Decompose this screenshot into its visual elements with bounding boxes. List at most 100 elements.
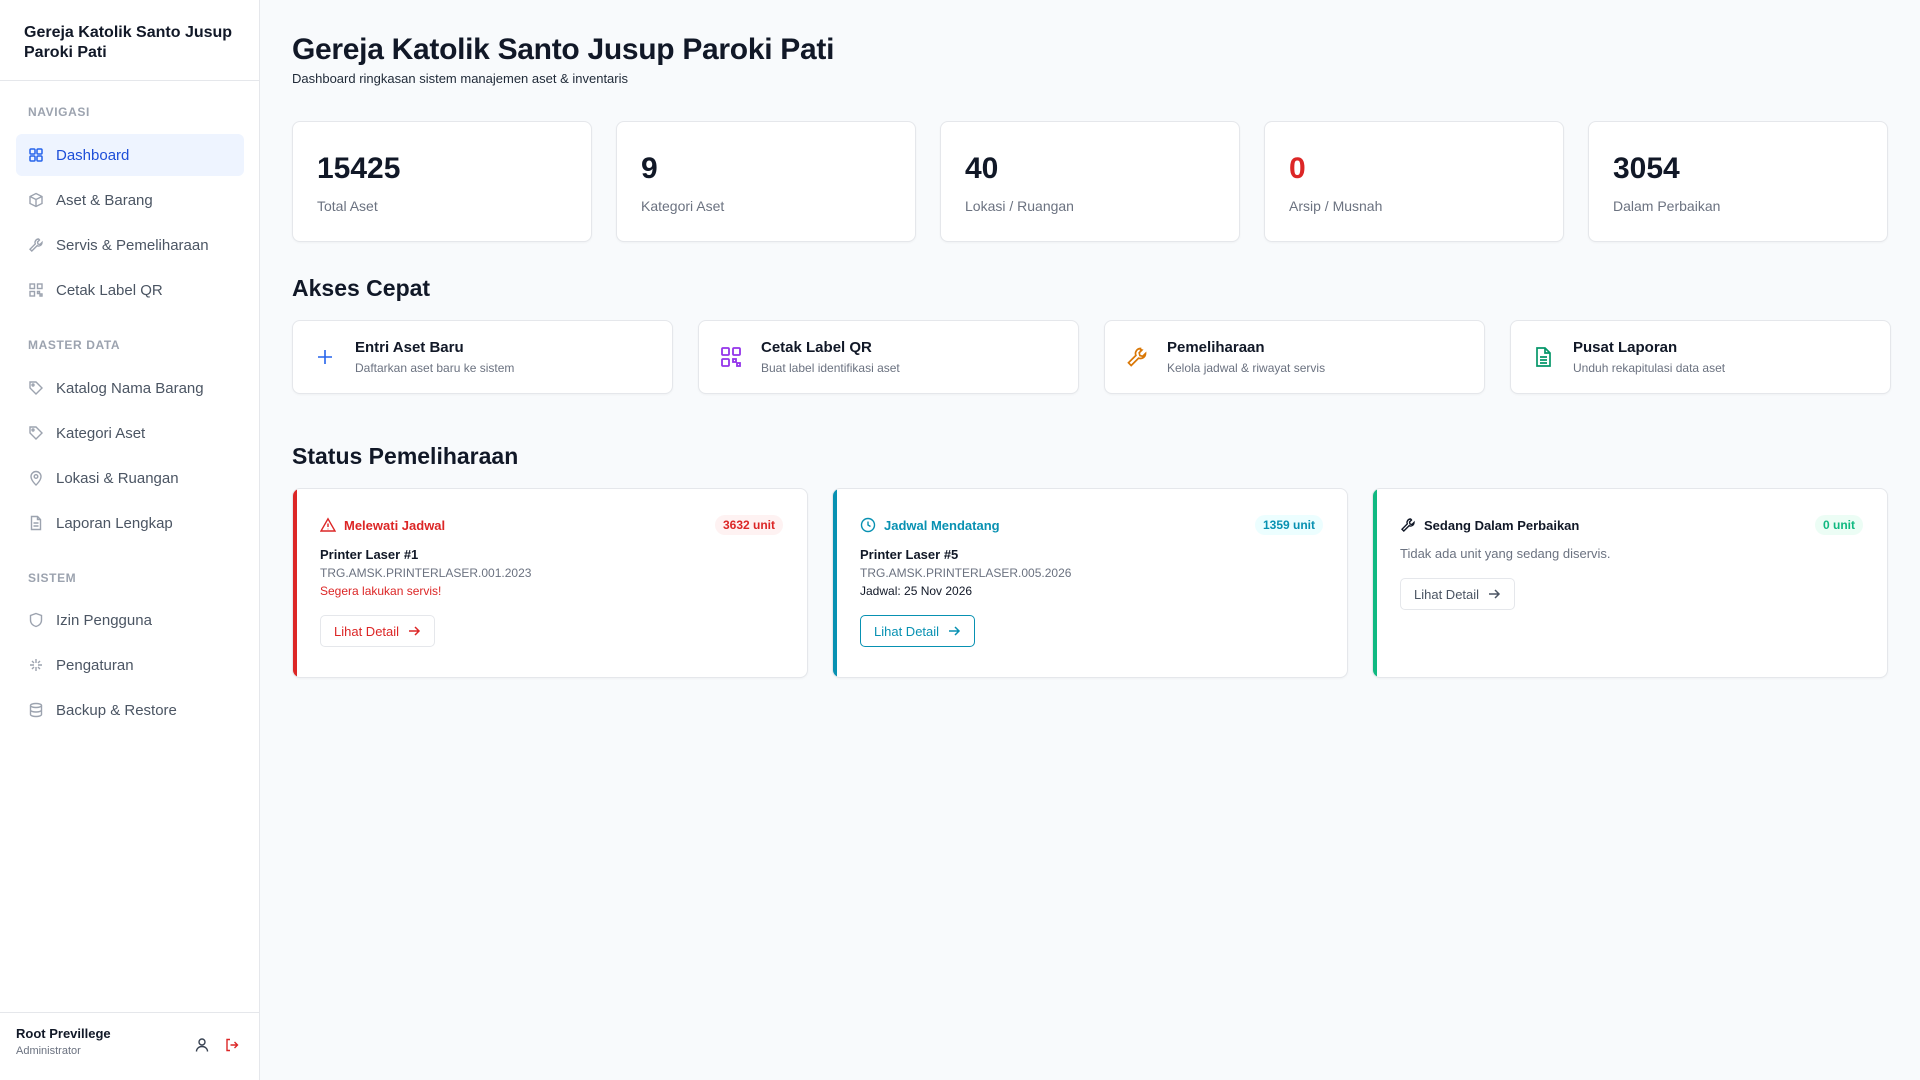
sidebar-item-label: Backup & Restore <box>56 701 177 719</box>
lihat-detail-button[interactable]: Lihat Detail <box>320 615 436 647</box>
sidebar-item-lokasi[interactable]: Lokasi & Ruangan <box>16 457 244 499</box>
stat-card-lokasi: 40 Lokasi / Ruangan <box>940 121 1240 242</box>
button-label: Lihat Detail <box>1414 586 1480 602</box>
sidebar-item-label: Aset & Barang <box>56 191 153 209</box>
stat-value: 0 <box>1289 152 1306 185</box>
sidebar-item-katalog[interactable]: Katalog Nama Barang <box>16 367 244 409</box>
lihat-detail-button[interactable]: Lihat Detail <box>860 615 976 647</box>
quick-access-row: Entri Aset Baru Daftarkan aset baru ke s… <box>292 320 1891 394</box>
sidebar-item-label: Servis & Pemeliharaan <box>56 236 209 254</box>
status-card-in-repair: Sedang Dalam Perbaikan 0 unit Tidak ada … <box>1372 488 1888 678</box>
status-accent-bar <box>1373 489 1377 677</box>
stat-label: Kategori Aset <box>641 198 725 214</box>
warning-triangle-icon <box>320 517 336 533</box>
dashboard-grid-icon <box>28 147 44 163</box>
qr-code-icon <box>28 282 44 298</box>
lihat-detail-button[interactable]: Lihat Detail <box>1400 578 1516 610</box>
section-title-status-pemeliharaan: Status Pemeliharaan <box>292 443 519 469</box>
status-label: Melewati Jadwal <box>344 517 446 533</box>
sidebar-item-label: Pengaturan <box>56 656 134 674</box>
quick-entri-aset-baru[interactable]: Entri Aset Baru Daftarkan aset baru ke s… <box>292 320 673 394</box>
user-panel: Root Previllege Administrator <box>0 1012 260 1080</box>
quick-desc: Daftarkan aset baru ke sistem <box>355 361 515 375</box>
quick-title: Entri Aset Baru <box>355 339 464 356</box>
status-card-upcoming: Jadwal Mendatang 1359 unit Printer Laser… <box>832 488 1348 678</box>
item-name: Printer Laser #5 <box>860 547 959 562</box>
empty-note: Tidak ada unit yang sedang diservis. <box>1400 546 1611 561</box>
sidebar-item-dashboard[interactable]: Dashboard <box>16 134 244 176</box>
stat-card-dalam-perbaikan: 3054 Dalam Perbaikan <box>1588 121 1888 242</box>
stat-label: Arsip / Musnah <box>1289 198 1383 214</box>
quick-desc: Buat label identifikasi aset <box>761 361 900 375</box>
stats-row: 15425 Total Aset 9 Kategori Aset 40 Loka… <box>292 121 1888 242</box>
status-label: Sedang Dalam Perbaikan <box>1424 517 1580 533</box>
sidebar-item-label: Dashboard <box>56 146 130 164</box>
quick-cetak-label-qr[interactable]: Cetak Label QR Buat label identifikasi a… <box>698 320 1079 394</box>
arrow-right-icon <box>1487 587 1501 601</box>
shield-icon <box>28 612 44 628</box>
arrow-right-icon <box>947 624 961 638</box>
sidebar-item-pengaturan[interactable]: Pengaturan <box>16 644 244 686</box>
quick-desc: Unduh rekapitulasi data aset <box>1573 361 1726 375</box>
nav-heading-master-data: MASTER DATA <box>28 338 121 352</box>
sidebar-item-backup[interactable]: Backup & Restore <box>16 689 244 731</box>
section-title-akses-cepat: Akses Cepat <box>292 275 431 301</box>
sidebar-item-aset-barang[interactable]: Aset & Barang <box>16 179 244 221</box>
wrench-icon <box>28 237 44 253</box>
maintenance-status-row: Melewati Jadwal 3632 unit Printer Laser … <box>292 488 1888 678</box>
status-badge: 3632 unit <box>714 515 783 535</box>
stat-card-kategori-aset: 9 Kategori Aset <box>616 121 916 242</box>
status-card-overdue: Melewati Jadwal 3632 unit Printer Laser … <box>292 488 808 678</box>
sidebar-item-label: Izin Pengguna <box>56 611 152 629</box>
quick-title: Pusat Laporan <box>1573 339 1678 356</box>
sidebar: Gereja Katolik Santo Jusup Paroki Pati N… <box>0 0 260 1080</box>
page-subtitle: Dashboard ringkasan sistem manajemen ase… <box>292 71 629 86</box>
quick-title: Pemeliharaan <box>1167 339 1265 356</box>
quick-pusat-laporan[interactable]: Pusat Laporan Unduh rekapitulasi data as… <box>1510 320 1891 394</box>
sidebar-item-label: Lokasi & Ruangan <box>56 469 179 487</box>
map-pin-icon <box>28 470 44 486</box>
wrench-icon <box>1400 517 1416 533</box>
quick-title: Cetak Label QR <box>761 339 872 356</box>
clock-icon <box>860 517 876 533</box>
quick-pemeliharaan[interactable]: Pemeliharaan Kelola jadwal & riwayat ser… <box>1104 320 1485 394</box>
button-label: Lihat Detail <box>334 623 400 639</box>
item-note: Segera lakukan servis! <box>320 584 442 598</box>
sidebar-item-laporan[interactable]: Laporan Lengkap <box>16 502 244 544</box>
page-title: Gereja Katolik Santo Jusup Paroki Pati <box>292 33 835 66</box>
arrow-right-icon <box>407 624 421 638</box>
status-badge: 1359 unit <box>1254 515 1323 535</box>
sidebar-item-kategori[interactable]: Kategori Aset <box>16 412 244 454</box>
item-code: TRG.AMSK.PRINTERLASER.001.2023 <box>320 566 532 580</box>
status-label: Jadwal Mendatang <box>884 517 1000 533</box>
sidebar-item-label: Kategori Aset <box>56 424 146 442</box>
stat-label: Total Aset <box>317 198 378 214</box>
sidebar-item-label: Cetak Label QR <box>56 281 163 299</box>
nav-heading-navigasi: NAVIGASI <box>28 105 90 119</box>
stat-label: Lokasi / Ruangan <box>965 198 1074 214</box>
tag-icon <box>28 380 44 396</box>
button-label: Lihat Detail <box>874 623 940 639</box>
profile-icon[interactable] <box>194 1037 210 1053</box>
item-note: Jadwal: 25 Nov 2026 <box>860 584 973 598</box>
sidebar-item-servis[interactable]: Servis & Pemeliharaan <box>16 224 244 266</box>
status-badge: 0 unit <box>1815 515 1863 535</box>
sidebar-item-label: Laporan Lengkap <box>56 514 173 532</box>
stat-label: Dalam Perbaikan <box>1613 198 1721 214</box>
status-accent-bar <box>833 489 837 677</box>
qr-code-icon <box>719 345 743 369</box>
settings-icon <box>28 657 44 673</box>
stat-value: 15425 <box>317 152 401 185</box>
sidebar-item-izin-pengguna[interactable]: Izin Pengguna <box>16 599 244 641</box>
item-name: Printer Laser #1 <box>320 547 419 562</box>
nav-heading-sistem: SISTEM <box>28 571 77 585</box>
logout-icon[interactable] <box>224 1037 240 1053</box>
sidebar-brand: Gereja Katolik Santo Jusup Paroki Pati <box>0 0 259 81</box>
stat-card-arsip: 0 Arsip / Musnah <box>1264 121 1564 242</box>
box-icon <box>28 192 44 208</box>
stat-value: 9 <box>641 152 658 185</box>
sidebar-item-cetak-label-qr[interactable]: Cetak Label QR <box>16 269 244 311</box>
plus-icon <box>313 345 337 369</box>
status-accent-bar <box>293 489 297 677</box>
wrench-icon <box>1125 345 1149 369</box>
